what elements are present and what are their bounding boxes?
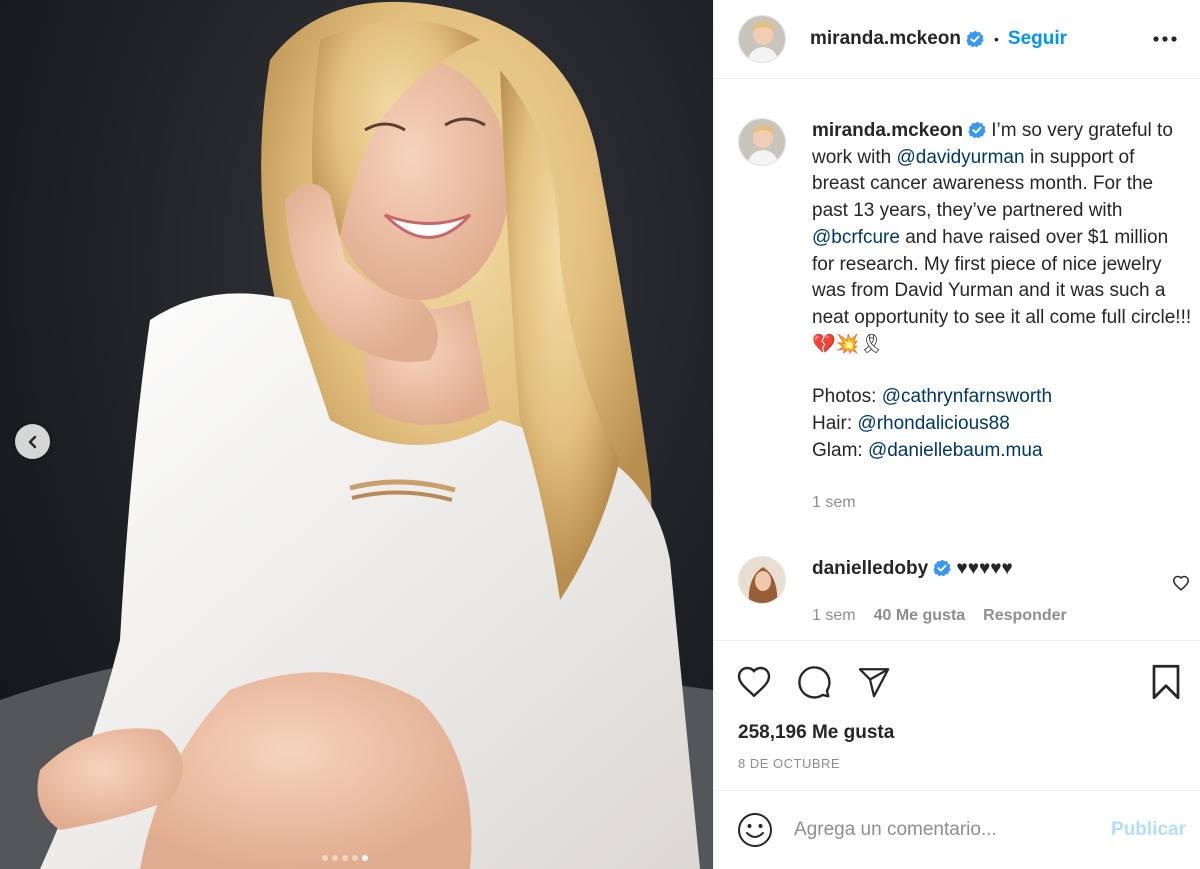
mention-link[interactable]: @bcrfcure xyxy=(812,227,900,248)
heart-icon xyxy=(1172,575,1190,592)
portrait-image xyxy=(0,1,713,869)
comment-likes-count[interactable]: 40 Me gusta xyxy=(874,603,966,630)
publish-button[interactable]: Publicar xyxy=(1111,819,1186,841)
share-button[interactable] xyxy=(854,662,894,702)
comment-input[interactable] xyxy=(794,819,1084,841)
comment-item: danielledoby ♥♥♥♥♥ 1 sem 40 Me gusta Res… xyxy=(738,517,1200,629)
post-header: miranda.mckeon • Seguir xyxy=(714,0,1200,79)
header-separator: • xyxy=(994,31,999,47)
commenter-avatar[interactable] xyxy=(738,556,786,605)
heart-icon xyxy=(737,666,771,698)
caption-avatar[interactable] xyxy=(738,118,786,166)
post-side-panel: miranda.mckeon • Seguir miranda.mckeon I… xyxy=(713,0,1200,869)
caption-username[interactable]: miranda.mckeon xyxy=(812,120,963,141)
carousel-indicator xyxy=(322,855,368,861)
comment-meta: 1 sem 40 Me gusta Responder xyxy=(812,603,1192,630)
comment-text: ♥♥♥♥♥ xyxy=(956,558,1013,580)
comment-text-line: danielledoby ♥♥♥♥♥ xyxy=(812,556,1192,583)
action-bar xyxy=(714,640,1200,722)
smiley-icon[interactable] xyxy=(736,811,774,849)
carousel-dot xyxy=(342,855,348,861)
post-date[interactable]: 8 DE OCTUBRE xyxy=(714,756,1200,790)
like-button[interactable] xyxy=(734,662,774,702)
carousel-dot-active xyxy=(362,855,368,861)
chevron-left-icon xyxy=(28,435,36,448)
commenter-avatar-image xyxy=(739,557,785,604)
caption-avatar-image xyxy=(739,119,785,165)
caption-credits: Photos: @cathrynfarnsworth Hair: @rhonda… xyxy=(812,384,1192,464)
carousel-dot xyxy=(322,855,328,861)
comment-body: danielledoby ♥♥♥♥♥ 1 sem 40 Me gusta Res… xyxy=(812,556,1192,629)
credit-line: Glam: @daniellebaum.mua xyxy=(812,438,1192,465)
author-username[interactable]: miranda.mckeon xyxy=(810,28,961,50)
carousel-dot xyxy=(352,855,358,861)
post-caption: miranda.mckeon I’m so very grateful to w… xyxy=(738,79,1200,517)
instagram-post: miranda.mckeon • Seguir miranda.mckeon I… xyxy=(0,0,1200,869)
caption-body: miranda.mckeon I’m so very grateful to w… xyxy=(812,118,1192,517)
author-avatar[interactable] xyxy=(738,15,786,63)
reply-button[interactable]: Responder xyxy=(983,603,1067,630)
comment-timestamp[interactable]: 1 sem xyxy=(812,603,856,630)
bookmark-icon xyxy=(1152,664,1180,699)
commenter-username[interactable]: danielledoby xyxy=(812,558,928,579)
verified-badge-icon xyxy=(966,30,984,48)
author-avatar-image xyxy=(739,16,785,62)
more-options-button[interactable] xyxy=(1152,35,1178,43)
caption-text: miranda.mckeon I’m so very grateful to w… xyxy=(812,118,1192,358)
follow-button[interactable]: Seguir xyxy=(1008,28,1067,50)
comment-icon xyxy=(798,665,831,699)
credit-label: Glam: xyxy=(812,439,868,461)
likes-count[interactable]: 258,196 Me gusta xyxy=(714,722,1200,756)
more-horizontal-icon xyxy=(1153,36,1177,42)
carousel-prev-button[interactable] xyxy=(15,424,50,459)
mention-link[interactable]: @davidyurman xyxy=(896,147,1024,168)
comments-section: miranda.mckeon I’m so very grateful to w… xyxy=(714,79,1200,640)
credit-line: Hair: @rhondalicious88 xyxy=(812,411,1192,438)
verified-badge-icon xyxy=(968,121,986,139)
paper-plane-icon xyxy=(858,667,890,697)
carousel-dot xyxy=(332,855,338,861)
credit-line: Photos: @cathrynfarnsworth xyxy=(812,384,1192,411)
verified-badge-icon xyxy=(933,559,951,577)
mention-link[interactable]: @daniellebaum.mua xyxy=(868,440,1043,461)
credit-label: Hair: xyxy=(812,413,858,435)
caption-timestamp[interactable]: 1 sem xyxy=(812,490,1192,517)
comment-like-button[interactable] xyxy=(1172,575,1190,596)
comment-button[interactable] xyxy=(794,662,834,702)
save-button[interactable] xyxy=(1146,662,1186,702)
mention-link[interactable]: @rhondalicious88 xyxy=(857,413,1009,434)
post-photo[interactable] xyxy=(0,0,713,869)
credit-label: Photos: xyxy=(812,386,882,408)
mention-link[interactable]: @cathrynfarnsworth xyxy=(882,386,1052,407)
add-comment-bar: Publicar xyxy=(714,790,1200,869)
